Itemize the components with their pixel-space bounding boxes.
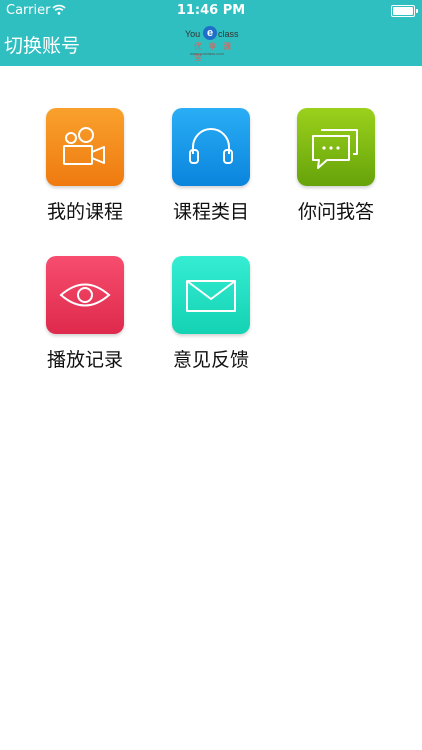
menu-label-play-history: 播放记录 — [46, 349, 123, 371]
top-bar: Carrier 11:46 PM 切换账号 You e class 优 享 课 … — [0, 0, 422, 66]
clock: 11:46 PM — [176, 3, 246, 18]
menu-tile-course-categories — [172, 108, 250, 186]
chat-bubbles-icon — [312, 129, 358, 169]
app-logo: You e class 优 享 课 堂 www.youclass.com — [185, 26, 241, 62]
menu-tile-feedback — [172, 256, 250, 334]
menu-label-qa: 你问我答 — [297, 201, 374, 223]
battery-icon — [391, 5, 418, 17]
menu-tile-my-courses — [46, 108, 124, 186]
logo-url: www.youclass.com — [190, 51, 224, 56]
menu-item-play-history[interactable]: 播放记录 — [35, 256, 135, 386]
logo-class-text: class — [218, 29, 239, 39]
menu-label-course-categories: 课程类目 — [172, 201, 249, 223]
menu-item-my-courses[interactable]: 我的课程 — [35, 108, 135, 238]
eye-icon — [59, 283, 111, 307]
envelope-icon — [186, 280, 236, 312]
logo-you-text: You — [185, 29, 201, 39]
switch-account-button[interactable]: 切换账号 — [4, 31, 80, 58]
headphones-icon — [189, 128, 233, 164]
status-bar: Carrier 11:46 PM — [0, 0, 422, 22]
menu-tile-play-history — [46, 256, 124, 334]
menu-label-my-courses: 我的课程 — [46, 201, 123, 223]
video-camera-icon — [63, 127, 105, 165]
menu-item-qa[interactable]: 你问我答 — [286, 108, 386, 238]
menu-tile-qa — [297, 108, 375, 186]
menu-item-feedback[interactable]: 意见反馈 — [161, 256, 261, 386]
logo-e-mark: e — [203, 26, 217, 40]
menu-label-feedback: 意见反馈 — [172, 349, 249, 371]
menu-item-course-categories[interactable]: 课程类目 — [161, 108, 261, 238]
